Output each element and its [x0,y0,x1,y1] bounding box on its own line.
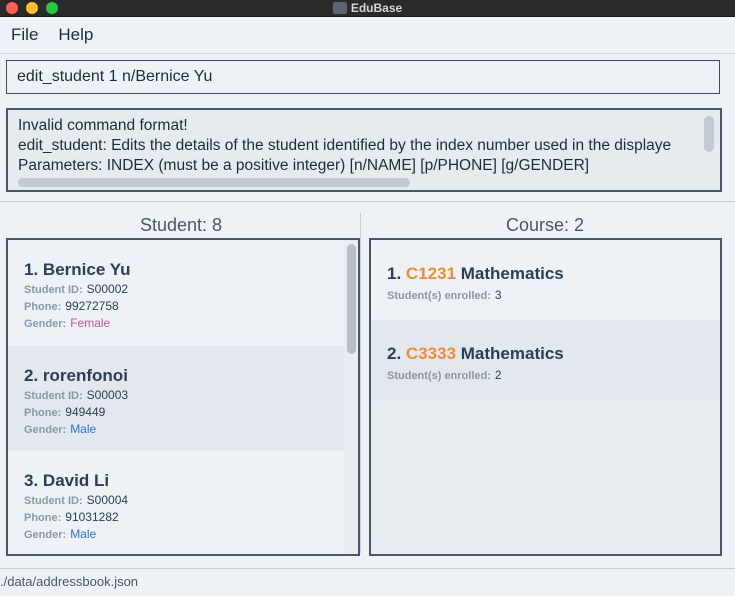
gender-value: Female [70,316,111,330]
command-input-value[interactable]: edit_student 1 n/Bernice Yu [17,68,212,86]
list-item[interactable]: 3. David Li Student ID: S00004 Phone: 9103… [8,451,344,554]
student-name: rorenfonoi [42,366,128,385]
result-line: Invalid command format! [18,117,188,134]
list-item[interactable]: 2. rorenfonoi Student ID: S00003 Phone: 94… [8,346,344,451]
student-index: 1. [24,260,39,279]
card-name: 2. rorenfonoi [24,366,128,386]
field: Phone: 949449 [24,405,105,419]
card-name: 3. David Li [24,471,109,491]
student-id-label: Student ID: [24,390,83,402]
title-wrap: EduBase [0,0,735,16]
gender-value: Male [70,527,97,541]
list-item[interactable]: 2. C3333 Mathematics Student(s) enrolled… [371,320,720,400]
phone-label: Phone: [24,512,62,524]
result-line: edit_student: Edits the details of the s… [18,137,672,154]
course-index: 1. [387,264,402,283]
field: Gender: Male [24,422,96,436]
card-name: 1. Bernice Yu [24,260,131,280]
gender-label: Gender: [24,424,67,436]
phone-label: Phone: [24,407,62,419]
course-code: C3333 [405,344,457,363]
menu-bar: File Help [0,17,735,54]
course-index: 2. [387,344,402,363]
result-display: Invalid command format! edit_student: Ed… [6,108,722,192]
field: Phone: 91031282 [24,510,119,524]
field: Gender: Female [24,316,110,330]
student-index: 2. [24,366,39,385]
enrolled-label: Student(s) enrolled: [387,290,491,302]
result-text-area: Invalid command format! edit_student: Ed… [18,116,702,180]
course-name: Mathematics [460,264,564,283]
field: Gender: Male [24,527,96,541]
save-file-path: ./data/addressbook.json [0,574,139,589]
student-id: S00003 [86,388,129,402]
course-panel-title: Course: 2 [506,215,585,235]
list-item[interactable]: 1. Bernice Yu Student ID: S00002 Phone: 99… [8,240,344,346]
phone-label: Phone: [24,301,62,313]
menu-help[interactable]: Help [58,25,93,45]
gender-value: Male [70,422,97,436]
phone-value: 91031282 [65,510,119,524]
result-horizontal-scrollbar[interactable] [18,178,410,187]
student-name: David Li [42,471,110,490]
enrolled-count: 3 [494,288,502,302]
field: Student ID: S00003 [24,388,128,402]
course-name: Mathematics [460,344,564,363]
field: Student(s) enrolled: 2 [387,368,502,382]
result-line: Parameters: INDEX (must be a positive in… [18,157,590,174]
field: Student(s) enrolled: 3 [387,288,502,302]
result-vertical-scrollbar[interactable] [704,116,714,152]
student-name: Bernice Yu [42,260,131,279]
course-code: C1231 [405,264,457,283]
column-divider [360,213,361,553]
student-list-scrollbar[interactable] [347,244,356,354]
gender-label: Gender: [24,318,67,330]
gender-label: Gender: [24,529,67,541]
enrolled-count: 2 [494,368,502,382]
student-list: 1. Bernice Yu Student ID: S00002 Phone: 99… [6,238,360,556]
list-item[interactable]: 1. C1231 Mathematics Student(s) enrolled… [371,240,720,320]
phone-value: 949449 [65,405,106,419]
student-id-label: Student ID: [24,284,83,296]
field: Student ID: S00004 [24,493,128,507]
enrolled-label: Student(s) enrolled: [387,370,491,382]
card-name: 2. C3333 Mathematics [387,344,564,364]
student-id: S00002 [86,282,129,296]
field: Student ID: S00002 [24,282,128,296]
phone-value: 99272758 [65,299,119,313]
menu-file[interactable]: File [11,25,38,45]
field: Phone: 99272758 [24,299,119,313]
command-input[interactable]: edit_student 1 n/Bernice Yu [6,60,720,94]
student-id: S00004 [86,493,129,507]
divider [0,201,735,202]
course-list: 1. C1231 Mathematics Student(s) enrolled… [369,238,722,556]
window-title: EduBase [350,1,403,15]
card-name: 1. C1231 Mathematics [387,264,564,284]
student-index: 3. [24,471,39,490]
title-bar: EduBase [0,0,735,17]
status-bar: ./data/addressbook.json [0,568,735,596]
student-panel-title: Student: 8 [140,215,223,235]
student-id-label: Student ID: [24,495,83,507]
app-icon [332,2,347,14]
